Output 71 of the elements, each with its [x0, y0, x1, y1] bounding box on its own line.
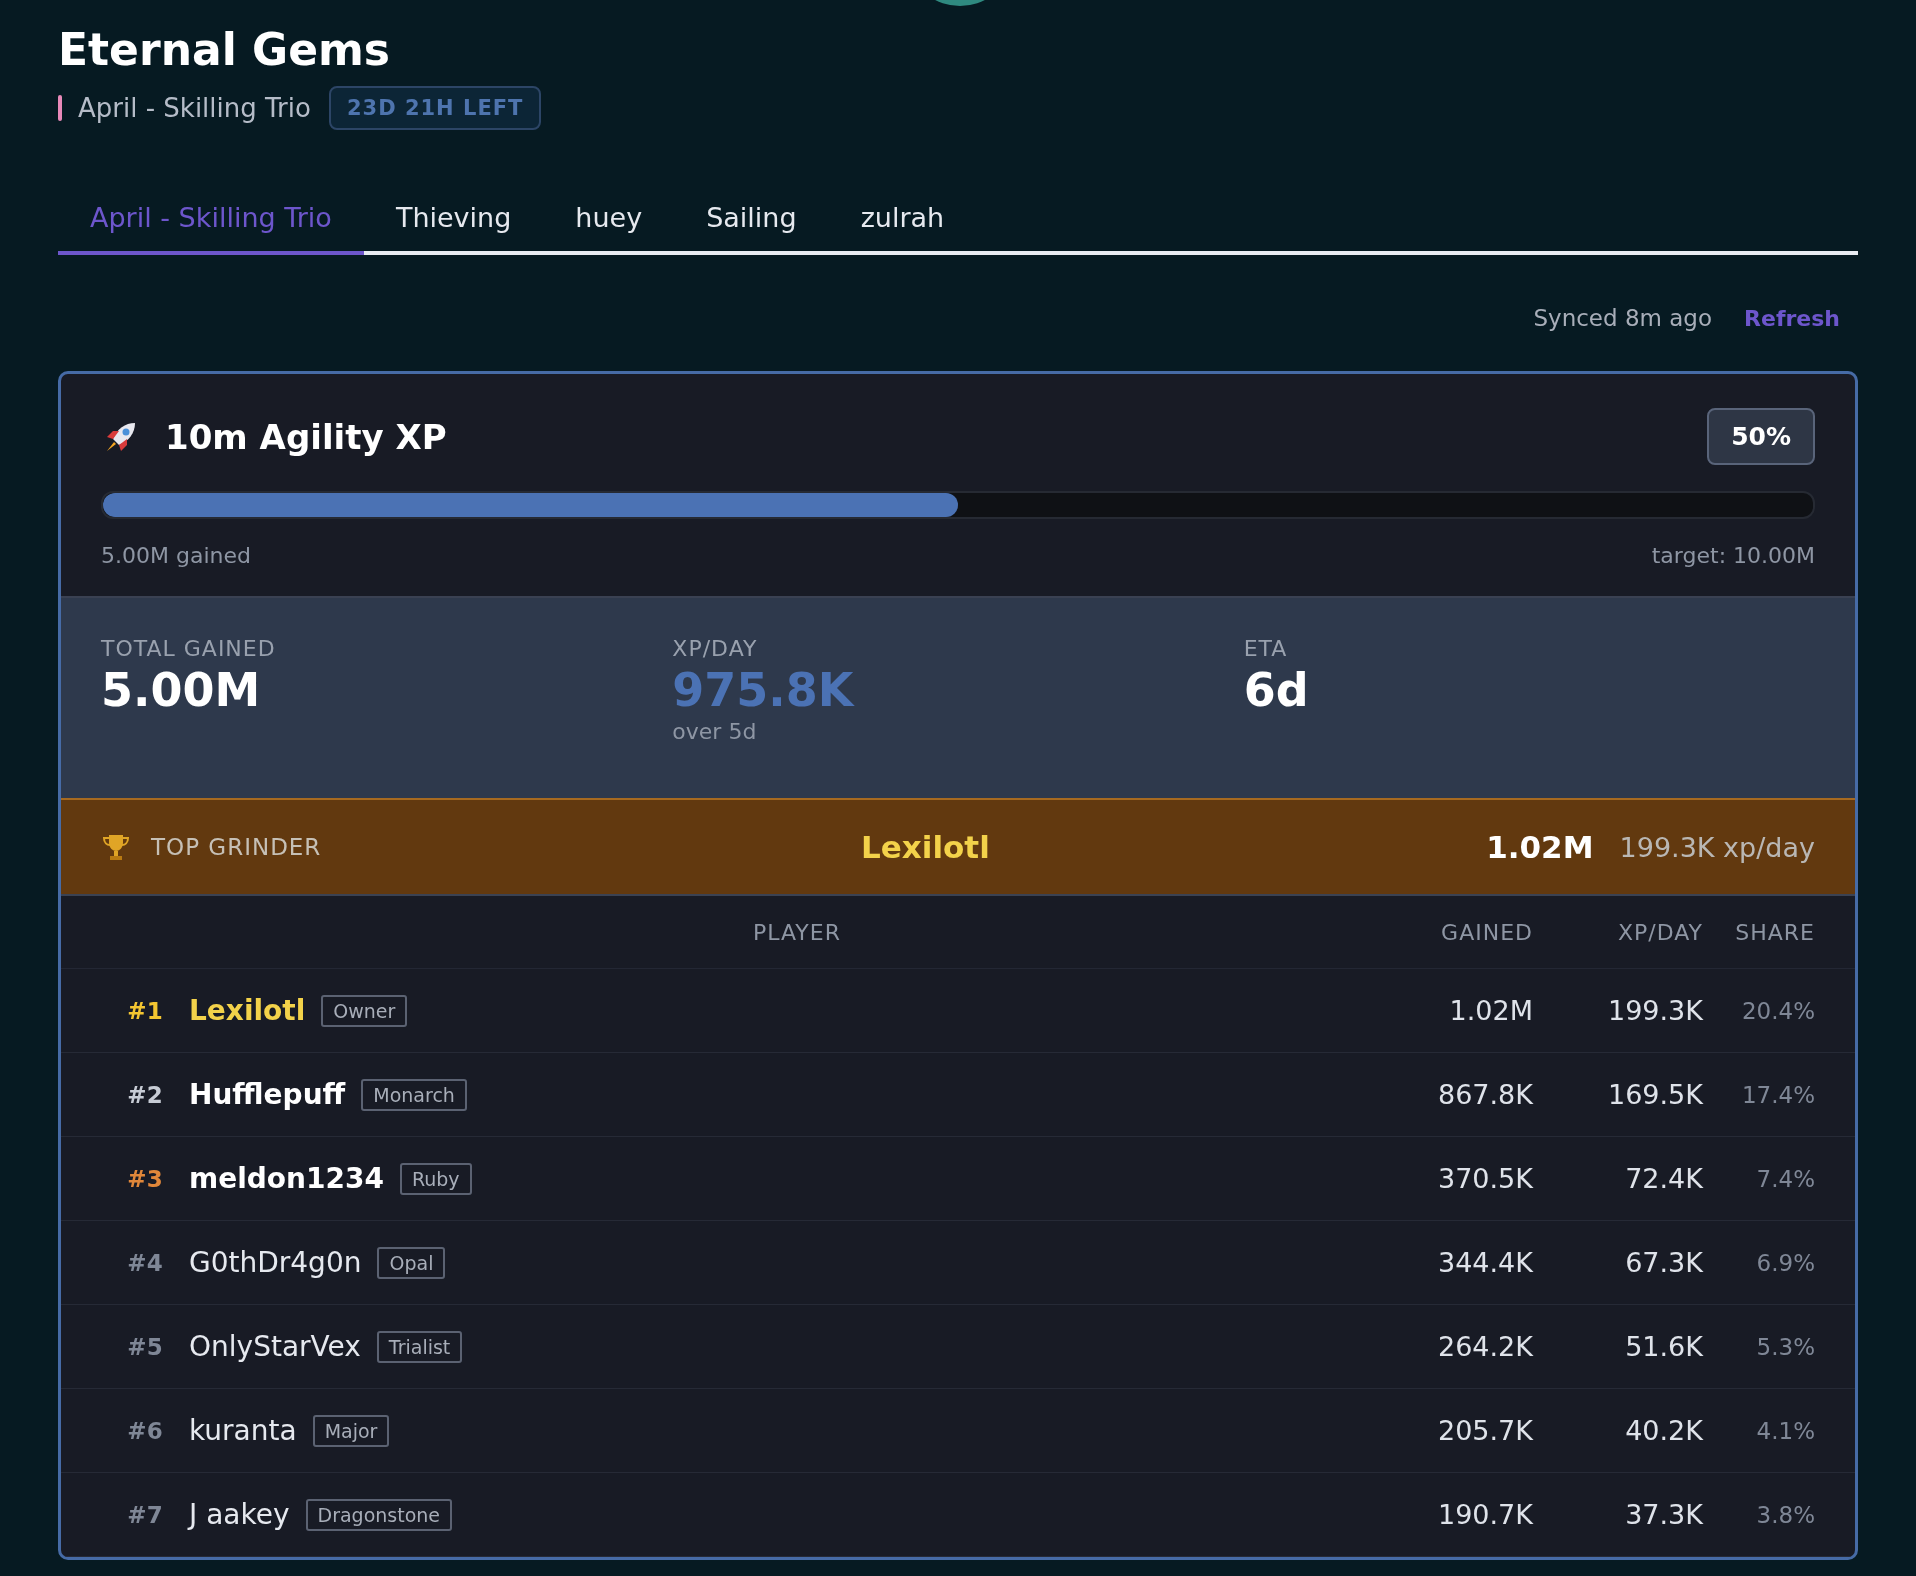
player-name: Lexilotl: [189, 994, 306, 1027]
player-name: G0thDr4g0n: [189, 1246, 362, 1279]
gained-cell-text: 205.7K: [1437, 1415, 1533, 1446]
tab[interactable]: Sailing: [674, 202, 829, 255]
gained-cell-text: 190.7K: [1437, 1499, 1533, 1530]
tab[interactable]: zulrah: [828, 202, 977, 255]
role-tag: Major: [312, 1414, 390, 1447]
gained-cell-text: 344.4K: [1437, 1247, 1533, 1278]
share-cell-text: 17.4%: [1740, 1081, 1815, 1108]
stat-note: over 5d: [672, 719, 757, 744]
rate-cell-text: 67.3K: [1624, 1247, 1703, 1278]
role-tag: Dragonstone: [305, 1498, 453, 1531]
player-name: meldon1234: [189, 1162, 384, 1195]
column-header: SHARE: [1734, 919, 1815, 945]
player-name: J aakey: [189, 1498, 290, 1531]
gained-cell-text: 1.02M: [1448, 995, 1533, 1026]
share-cell-text: 4.1%: [1755, 1417, 1815, 1444]
share-cell-text: 6.9%: [1755, 1249, 1815, 1276]
gained-cell-text: 867.8K: [1437, 1079, 1533, 1110]
stat-label: ETA: [1243, 636, 1288, 661]
player-name: Hufflepuff: [189, 1078, 346, 1111]
goal-title: 10m Agility XP: [165, 416, 448, 457]
stat-value: 6d: [1243, 662, 1309, 719]
event-name: April - Skilling Trio: [78, 93, 311, 123]
rate-cell-text: 40.2K: [1624, 1415, 1703, 1446]
rank-cell-text: #6: [126, 1417, 164, 1444]
share-cell-text: 20.4%: [1740, 997, 1815, 1024]
banner-label: TOP GRINDER: [151, 834, 323, 860]
stat-label: TOTAL GAINED: [101, 636, 276, 661]
role-tag: Owner: [321, 994, 408, 1027]
role-tag: Trialist: [376, 1330, 463, 1363]
tab[interactable]: huey: [543, 202, 675, 255]
rate-cell-text: 72.4K: [1624, 1163, 1703, 1194]
target-label: target: 10.00M: [1651, 543, 1815, 568]
rate-cell-text: 51.6K: [1624, 1331, 1703, 1362]
column-header: GAINED: [1440, 919, 1533, 945]
player-name: OnlyStarVex: [189, 1330, 361, 1363]
rate-cell-text: 37.3K: [1624, 1499, 1703, 1530]
grinder-rate: 199.3K xp/day: [1619, 831, 1815, 863]
rank-cell-text: #3: [126, 1165, 164, 1192]
rank-cell-text: #7: [126, 1501, 164, 1528]
role-tag: Monarch: [361, 1078, 467, 1111]
player-name: kuranta: [189, 1414, 297, 1447]
time-left-badge: 23D 21H LEFT: [328, 86, 542, 130]
rate-cell-text: 169.5K: [1607, 1079, 1703, 1110]
column-header: XP/DAY: [1616, 919, 1703, 945]
rank-cell-text: #5: [126, 1333, 164, 1360]
sync-status: Synced 8m ago: [1533, 305, 1713, 331]
share-cell-text: 7.4%: [1755, 1165, 1815, 1192]
stat-value: 5.00M: [101, 662, 261, 719]
rank-cell-text: #2: [126, 1081, 164, 1108]
gained-cell-text: 264.2K: [1437, 1331, 1533, 1362]
column-header: PLAYER: [752, 919, 842, 945]
percent-badge: 50%: [1707, 408, 1815, 465]
grinder-gained: 1.02M: [1486, 829, 1594, 865]
rate-cell-text: 199.3K: [1607, 995, 1703, 1026]
rank-cell-text: #4: [126, 1249, 164, 1276]
trophy-icon: [101, 832, 131, 862]
stat-label: XP/DAY: [672, 636, 758, 661]
accent-bar: [58, 95, 62, 121]
share-cell-text: 3.8%: [1755, 1501, 1815, 1528]
gained-label: 5.00M gained: [101, 543, 251, 568]
share-cell-text: 5.3%: [1755, 1333, 1815, 1360]
role-tag: Ruby: [399, 1162, 472, 1195]
stat-value: 975.8K: [672, 662, 854, 719]
gained-cell-text: 370.5K: [1437, 1163, 1533, 1194]
role-tag: Opal: [377, 1246, 446, 1279]
tab[interactable]: Thieving: [363, 202, 544, 255]
rank-cell-text: #1: [126, 997, 164, 1024]
page-title: Eternal Gems: [58, 23, 391, 76]
grinder-name: Lexilotl: [861, 829, 991, 865]
